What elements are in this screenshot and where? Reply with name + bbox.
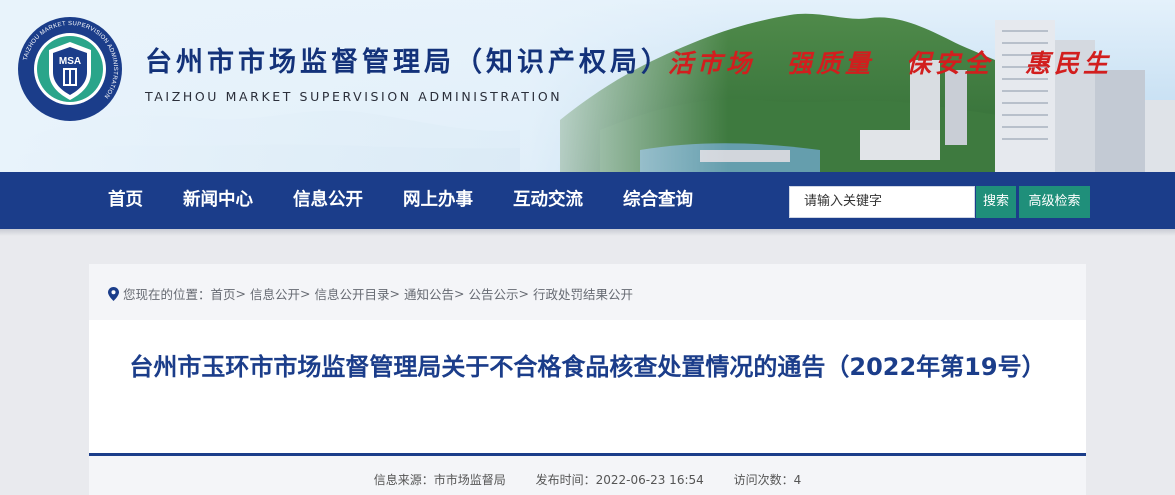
nav-query[interactable]: 综合查询 xyxy=(623,172,693,229)
article-title: 台州市玉环市市场监督管理局关于不合格食品核查处置情况的通告（2022年第19号） xyxy=(129,353,1046,381)
meta-source: 信息来源：市市场监督局 xyxy=(374,473,506,487)
meta-source-label: 信息来源： xyxy=(373,473,434,487)
nav-interaction[interactable]: 互动交流 xyxy=(513,172,583,229)
article-meta: 信息来源：市市场监督局 发布时间：2022-06-23 16:54 访问次数：4 xyxy=(89,456,1086,495)
site-subtitle: TAIZHOU MARKET SUPERVISION ADMINISTRATIO… xyxy=(145,89,563,104)
meta-source-value: 市市场监督局 xyxy=(433,473,506,487)
article-card: 台州市玉环市市场监督管理局关于不合格食品核查处置情况的通告（2022年第19号） xyxy=(89,320,1086,455)
nav-home[interactable]: 首页 xyxy=(108,172,143,229)
breadcrumb-home[interactable]: 首页 xyxy=(211,284,236,303)
city-landscape-image xyxy=(0,0,1175,172)
breadcrumb-separator: > xyxy=(389,286,401,301)
slogan-4: 惠民生 xyxy=(1025,49,1113,78)
search-input[interactable]: 请输入关键字 xyxy=(789,186,975,218)
advanced-search-button[interactable]: 高级检索 xyxy=(1019,186,1090,218)
header-banner: MSA TAIZHOU MARKET SUPERVISION ADMINISTR… xyxy=(0,0,1175,172)
nav-online-services[interactable]: 网上办事 xyxy=(403,172,473,229)
slogan-3: 保安全 xyxy=(906,49,994,78)
breadcrumb-bar: 您现在的位置： 首页 > 信息公开 > 信息公开目录 > 通知公告 > 公告公示 > 行政… xyxy=(89,264,1086,320)
meta-visits-label: 访问次数： xyxy=(733,473,794,487)
nav-info-disclosure[interactable]: 信息公开 xyxy=(293,172,363,229)
search-button[interactable]: 搜索 xyxy=(976,186,1016,218)
slogan-2: 强质量 xyxy=(787,49,875,78)
slogans: 活市场 强质量 保安全 惠民生 xyxy=(668,44,1112,80)
breadcrumb-penalty-results[interactable]: 行政处罚结果公开 xyxy=(533,284,633,303)
meta-published: 发布时间：2022-06-23 16:54 xyxy=(536,473,704,487)
breadcrumb-separator: > xyxy=(518,286,530,301)
nav-news-center[interactable]: 新闻中心 xyxy=(183,172,253,229)
meta-published-value: 2022-06-23 16:54 xyxy=(595,473,704,487)
meta-published-label: 发布时间： xyxy=(535,473,596,487)
meta-visits-value: 4 xyxy=(793,473,802,487)
msa-logo[interactable]: MSA TAIZHOU MARKET SUPERVISION ADMINISTR… xyxy=(17,16,123,122)
breadcrumb-prefix: 您现在的位置： xyxy=(123,287,211,302)
breadcrumb-separator: > xyxy=(235,286,247,301)
site-title: 台州市市场监督管理局（知识产权局） xyxy=(145,47,672,78)
logo-text: MSA xyxy=(59,56,81,67)
meta-visits: 访问次数：4 xyxy=(734,473,802,487)
breadcrumb-separator: > xyxy=(454,286,465,301)
breadcrumb-info-disclosure[interactable]: 信息公开 xyxy=(250,284,300,303)
breadcrumb: 您现在的位置： 首页 > 信息公开 > 信息公开目录 > 通知公告 > 公告公示 > 行政… xyxy=(108,284,633,303)
nav-shadow xyxy=(0,229,1175,236)
location-pin-icon xyxy=(108,286,119,301)
breadcrumb-separator: > xyxy=(300,286,311,301)
breadcrumb-notices[interactable]: 通知公告 xyxy=(404,284,454,303)
slogan-1: 活市场 xyxy=(668,49,756,78)
breadcrumb-announcements[interactable]: 公告公示 xyxy=(469,284,519,303)
breadcrumb-info-catalog[interactable]: 信息公开目录 xyxy=(315,284,390,303)
